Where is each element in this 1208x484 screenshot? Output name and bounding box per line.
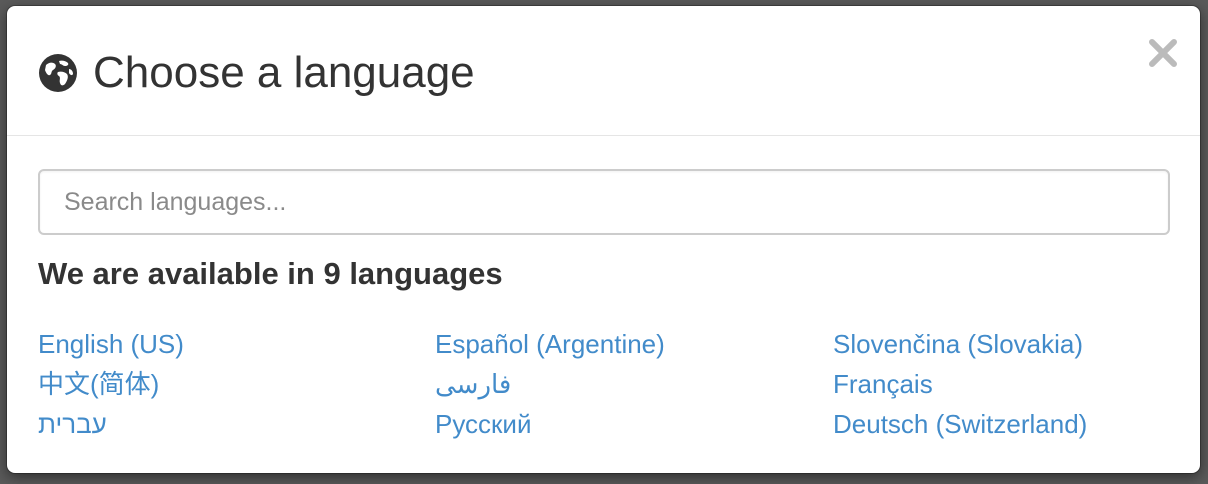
- language-link-german-switzerland[interactable]: Deutsch (Switzerland): [833, 404, 1087, 444]
- language-link-french[interactable]: Français: [833, 364, 1087, 404]
- language-link-slovak[interactable]: Slovenčina (Slovakia): [833, 324, 1087, 364]
- language-item: Русский: [435, 404, 665, 444]
- close-icon: [1149, 39, 1177, 67]
- language-item: English (US): [38, 324, 184, 364]
- language-item: فارسی: [435, 364, 665, 404]
- search-input[interactable]: [38, 169, 1170, 235]
- language-column-2: Español (Argentine) فارسی Русский: [435, 324, 665, 444]
- modal-title: Choose a language: [93, 48, 475, 97]
- language-item: Slovenčina (Slovakia): [833, 324, 1087, 364]
- language-link-chinese-simplified[interactable]: 中文(简体): [38, 364, 184, 404]
- language-link-farsi[interactable]: فارسی: [435, 364, 665, 404]
- language-link-russian[interactable]: Русский: [435, 404, 665, 444]
- globe-icon: [39, 54, 77, 92]
- close-button[interactable]: [1146, 36, 1180, 70]
- available-languages-heading: We are available in 9 languages: [38, 256, 503, 291]
- language-link-hebrew[interactable]: עברית: [38, 404, 184, 444]
- language-item: 中文(简体): [38, 364, 184, 404]
- language-item: Español (Argentine): [435, 324, 665, 364]
- modal-body: We are available in 9 languages English …: [7, 136, 1200, 472]
- language-column-1: English (US) 中文(简体) עברית: [38, 324, 184, 444]
- language-modal: Choose a language We are available in 9 …: [7, 6, 1200, 473]
- language-link-spanish-argentine[interactable]: Español (Argentine): [435, 324, 665, 364]
- language-link-english-us[interactable]: English (US): [38, 324, 184, 364]
- language-item: Deutsch (Switzerland): [833, 404, 1087, 444]
- modal-header: Choose a language: [7, 6, 1200, 136]
- language-column-3: Slovenčina (Slovakia) Français Deutsch (…: [833, 324, 1087, 444]
- language-item: Français: [833, 364, 1087, 404]
- language-item: עברית: [38, 404, 184, 444]
